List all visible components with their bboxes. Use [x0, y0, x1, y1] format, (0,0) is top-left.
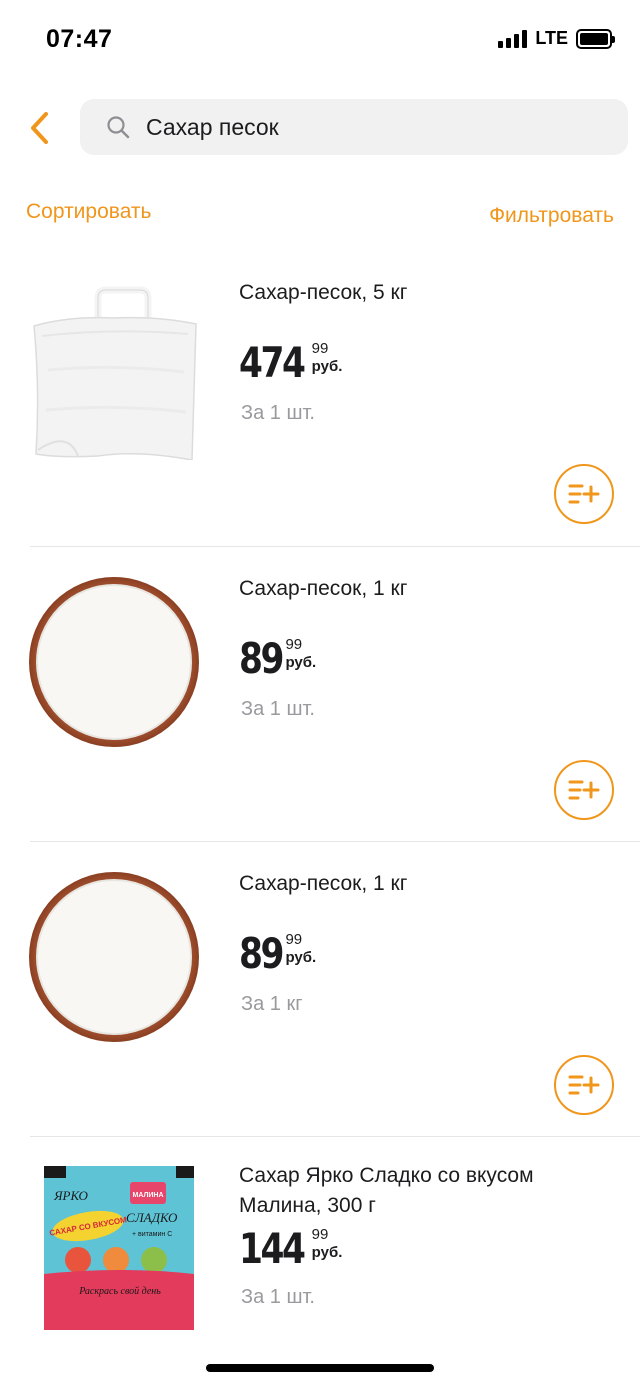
product-title[interactable]: Сахар-песок, 1 кг — [239, 574, 619, 604]
product-price: 89 99 руб. — [239, 636, 316, 682]
product-title[interactable]: Сахар-песок, 1 кг — [239, 869, 619, 899]
filter-button[interactable]: Фильтровать — [489, 204, 614, 228]
price-kop: 99 — [311, 340, 329, 357]
sort-button[interactable]: Сортировать — [26, 200, 151, 224]
product-item[interactable]: МАЛИНА ЯРКО СЛАДКО САХАР СО ВКУСОМ + вит… — [0, 1136, 640, 1386]
product-item[interactable]: Сахар-песок, 1 кг 89 99 руб. За 1 кг — [0, 841, 640, 1137]
product-title[interactable]: Сахар Ярко Сладко со вкусом Малина, 300 … — [239, 1161, 619, 1221]
search-query[interactable]: Сахар песок — [146, 114, 279, 141]
price-kop: 99 — [285, 636, 303, 653]
product-unit: За 1 кг — [241, 993, 303, 1015]
price-rub: 89 — [239, 634, 284, 683]
product-image-sugar-bowl — [28, 576, 200, 748]
svg-text:МАЛИНА: МАЛИНА — [132, 1192, 163, 1199]
price-rub: 89 — [239, 929, 284, 978]
product-image-sugar-bowl — [28, 871, 200, 1043]
status-bar: 07:47 LTE — [0, 0, 640, 80]
svg-text:Раскрась свой день: Раскрась свой день — [78, 1286, 161, 1297]
add-to-list-button[interactable] — [554, 1055, 614, 1115]
price-currency: руб. — [311, 358, 343, 375]
price-currency: руб. — [285, 654, 317, 671]
product-unit: За 1 шт. — [241, 1286, 315, 1308]
product-item[interactable]: Сахар-песок, 1 кг 89 99 руб. За 1 шт. — [0, 546, 640, 842]
product-title[interactable]: Сахар-песок, 5 кг — [239, 278, 619, 308]
price-kop: 99 — [311, 1226, 329, 1243]
battery-icon — [576, 28, 615, 49]
home-indicator — [206, 1364, 434, 1372]
product-unit: За 1 шт. — [241, 402, 315, 424]
back-button[interactable] — [22, 106, 58, 150]
signal-icon — [498, 29, 528, 48]
product-price: 89 99 руб. — [239, 931, 316, 977]
price-rub: 144 — [239, 1224, 306, 1273]
chevron-left-icon — [31, 112, 48, 144]
svg-text:СЛАДКО: СЛАДКО — [126, 1210, 178, 1225]
add-to-list-button[interactable] — [554, 760, 614, 820]
add-to-list-icon — [568, 780, 600, 800]
search-icon — [106, 114, 132, 140]
product-image-raspberry-sugar-pack: МАЛИНА ЯРКО СЛАДКО САХАР СО ВКУСОМ + вит… — [40, 1162, 200, 1330]
product-item[interactable]: Сахар-песок, 5 кг 474 99 руб. За 1 шт. — [0, 250, 640, 547]
product-price: 474 99 руб. — [239, 340, 342, 386]
status-indicators: LTE — [498, 28, 615, 49]
search-input[interactable]: Сахар песок — [80, 99, 628, 155]
price-kop: 99 — [285, 931, 303, 948]
price-currency: руб. — [285, 949, 317, 966]
product-unit: За 1 шт. — [241, 698, 315, 720]
svg-text:+ витамин С: + витамин С — [132, 1231, 172, 1238]
svg-text:ЯРКО: ЯРКО — [53, 1188, 89, 1203]
add-to-list-icon — [568, 484, 600, 504]
product-image-sugar-bag — [28, 280, 200, 461]
status-time: 07:47 — [46, 25, 113, 53]
product-price: 144 99 руб. — [239, 1226, 342, 1272]
price-currency: руб. — [311, 1244, 343, 1261]
add-to-list-button[interactable] — [554, 464, 614, 524]
add-to-list-icon — [568, 1075, 600, 1095]
price-rub: 474 — [239, 338, 306, 387]
network-label: LTE — [535, 28, 568, 48]
